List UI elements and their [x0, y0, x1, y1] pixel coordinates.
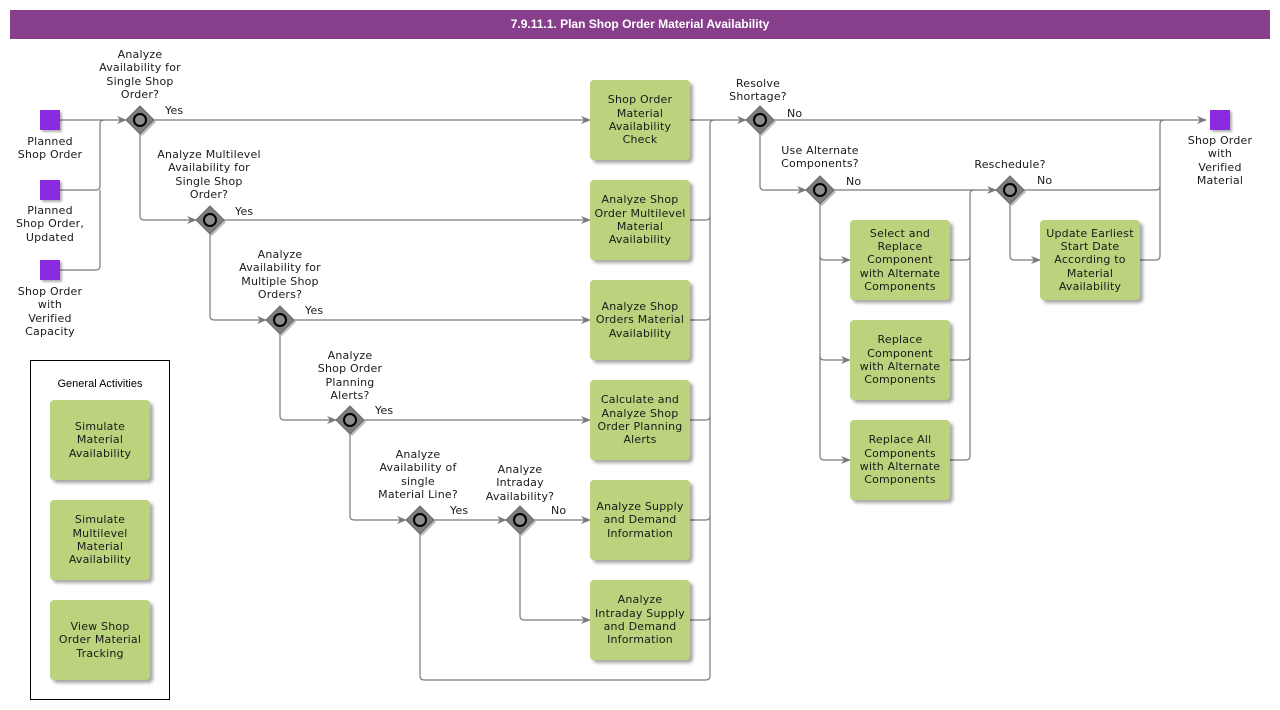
exclusive-gateway-icon	[405, 505, 436, 536]
connector	[519, 534, 591, 624]
start-event-label: Planned Shop Order	[17, 135, 83, 162]
general-activity-view-shop-order-material-tracking[interactable]: View Shop Order Material Tracking	[50, 600, 150, 680]
task-label: Replace All Components with Alternate Co…	[859, 433, 941, 487]
exclusive-gateway-icon	[195, 205, 226, 236]
flow-label-no: No	[1037, 174, 1053, 187]
exclusive-gateway-icon	[265, 305, 296, 336]
task-label: Simulate Material Availability	[68, 420, 132, 460]
flow-label-no: No	[551, 504, 567, 517]
general-activity-simulate-material-availability[interactable]: Simulate Material Availability	[50, 400, 150, 480]
task-label: Analyze Shop Orders Material Availabilit…	[595, 300, 685, 340]
start-event-planned-shop-order[interactable]	[40, 110, 60, 130]
flow-label-yes: Yes	[375, 404, 394, 417]
task-replace-component[interactable]: Replace Component with Alternate Compone…	[850, 320, 950, 400]
general-activities-title: General Activities	[57, 378, 143, 390]
gateway-g2[interactable]	[194, 204, 226, 236]
task-label: Analyze Shop Order Multilevel Material A…	[594, 193, 686, 247]
task-label: Simulate Multilevel Material Availabilit…	[68, 513, 132, 567]
start-event-label: Shop Order with Verified Capacity	[17, 285, 83, 338]
exclusive-gateway-icon	[335, 405, 366, 436]
task-label: Calculate and Analyze Shop Order Plannin…	[597, 393, 683, 447]
flow-label-yes: Yes	[235, 205, 254, 218]
gateway-g1[interactable]	[124, 104, 156, 136]
exclusive-gateway-icon	[505, 505, 536, 536]
gateway-g7[interactable]	[744, 104, 776, 136]
task-label: Replace Component with Alternate Compone…	[859, 333, 941, 387]
flow-label-yes: Yes	[165, 104, 184, 117]
connector	[690, 315, 711, 321]
task-label: View Shop Order Material Tracking	[58, 620, 142, 660]
task-label: Analyze Intraday Supply and Demand Infor…	[594, 593, 685, 647]
exclusive-gateway-icon	[995, 175, 1026, 206]
task-label: Shop Order Material Availability Check	[607, 93, 673, 147]
flow-label-yes: Yes	[305, 304, 324, 317]
task-select-replace-component[interactable]: Select and Replace Component with Altern…	[850, 220, 950, 300]
connector	[709, 119, 715, 676]
connector	[950, 189, 975, 461]
task-calculate-analyze-planning-alerts[interactable]: Calculate and Analyze Shop Order Plannin…	[590, 380, 690, 460]
gateway-question: Analyze Availability for Multiple Shop O…	[239, 248, 321, 301]
gateway-g9[interactable]	[994, 174, 1026, 206]
connector	[950, 255, 971, 261]
gateway-question: Use Alternate Components?	[781, 144, 859, 171]
end-event-shop-order-verified-material[interactable]	[1210, 110, 1230, 130]
exclusive-gateway-icon	[805, 175, 836, 206]
task-shop-order-material-availability-check[interactable]: Shop Order Material Availability Check	[590, 80, 690, 160]
connector	[819, 255, 851, 264]
flow-label-no: No	[787, 107, 803, 120]
connector	[690, 215, 711, 221]
start-event-shop-order-verified-capacity[interactable]	[40, 260, 60, 280]
gateway-g4[interactable]	[334, 404, 366, 436]
connector	[1009, 204, 1041, 264]
exclusive-gateway-icon	[745, 105, 776, 136]
task-label: Update Earliest Start Date According to …	[1046, 226, 1134, 293]
general-activity-simulate-multilevel-material-availability[interactable]: Simulate Multilevel Material Availabilit…	[50, 500, 150, 580]
connector	[819, 355, 851, 364]
task-analyze-shop-order-multilevel-material-availability[interactable]: Analyze Shop Order Multilevel Material A…	[590, 180, 690, 260]
connector	[690, 515, 711, 521]
start-event-label: Planned Shop Order, Updated	[15, 204, 85, 244]
gateway-question: Analyze Multilevel Availability for Sing…	[157, 148, 261, 201]
gateway-question: Analyze Availability of single Material …	[378, 448, 458, 501]
gateway-g6[interactable]	[504, 504, 536, 536]
gateway-g5[interactable]	[404, 504, 436, 536]
gateway-question: Resolve Shortage?	[729, 77, 787, 104]
task-analyze-shop-orders-material-availability[interactable]: Analyze Shop Orders Material Availabilit…	[590, 280, 690, 360]
task-label: Analyze Supply and Demand Information	[596, 500, 684, 540]
gateway-question: Analyze Shop Order Planning Alerts?	[317, 349, 383, 402]
gateway-g3[interactable]	[264, 304, 296, 336]
task-label: Select and Replace Component with Altern…	[859, 226, 941, 293]
gateway-question: Reschedule?	[974, 158, 1046, 171]
flow-label-yes: Yes	[450, 504, 469, 517]
connector	[690, 615, 711, 621]
task-update-earliest-start-date[interactable]: Update Earliest Start Date According to …	[1040, 220, 1140, 300]
start-event-planned-shop-order-updated[interactable]	[40, 180, 60, 200]
exclusive-gateway-icon	[125, 105, 156, 136]
gateway-question: Analyze Intraday Availability?	[485, 463, 555, 503]
task-analyze-intraday-supply-demand[interactable]: Analyze Intraday Supply and Demand Infor…	[590, 580, 690, 660]
task-replace-all-components[interactable]: Replace All Components with Alternate Co…	[850, 420, 950, 500]
task-analyze-supply-demand[interactable]: Analyze Supply and Demand Information	[590, 480, 690, 560]
end-event-label: Shop Order with Verified Material	[1187, 134, 1253, 187]
gateway-question: Analyze Availability for Single Shop Ord…	[99, 48, 181, 101]
connector	[950, 355, 971, 361]
connector	[819, 204, 851, 464]
flow-label-no: No	[846, 175, 862, 188]
gateway-g8[interactable]	[804, 174, 836, 206]
connector	[690, 415, 711, 421]
